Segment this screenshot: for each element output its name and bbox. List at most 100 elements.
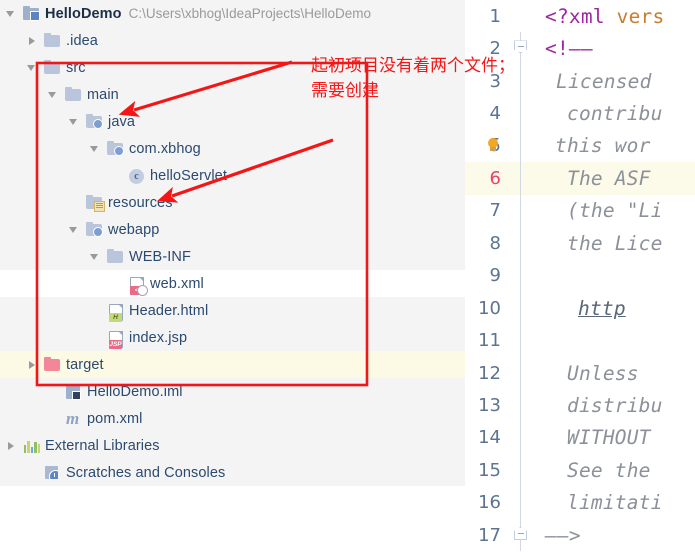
code-fold-gutter[interactable] xyxy=(511,389,531,422)
chevron-down-icon[interactable] xyxy=(25,61,38,74)
project-tree-panel[interactable]: HelloDemo C:\Users\xbhog\IdeaProjects\Hel… xyxy=(0,0,465,552)
fold-line xyxy=(520,162,522,195)
tree-item-scratches[interactable]: Scratches and Consoles xyxy=(0,459,465,486)
line-number: 4 xyxy=(489,103,501,125)
code-fold-gutter[interactable] xyxy=(511,227,531,260)
chevron-right-icon[interactable] xyxy=(25,358,38,371)
code-line[interactable]: 7 (the "Li xyxy=(465,194,695,228)
tree-item-hellodemo-iml[interactable]: HelloDemo.iml xyxy=(0,378,465,405)
code-fold-gutter[interactable] xyxy=(511,162,531,195)
tree-item-label: target xyxy=(66,356,104,373)
code-line[interactable]: 14 WITHOUT xyxy=(465,421,695,455)
ide-screenshot: HelloDemo C:\Users\xbhog\IdeaProjects\Hel… xyxy=(0,0,695,552)
collapse-end-icon[interactable] xyxy=(514,527,527,540)
libraries-icon xyxy=(23,437,40,454)
fold-line xyxy=(520,97,522,130)
code-fold-gutter[interactable] xyxy=(511,129,531,163)
code-fold-gutter[interactable] xyxy=(511,454,531,487)
chevron-down-icon[interactable] xyxy=(88,142,101,155)
chevron-down-icon[interactable] xyxy=(4,7,17,20)
tree-item-label: Header.html xyxy=(129,302,209,319)
source-folder-icon xyxy=(86,113,103,130)
chevron-down-icon[interactable] xyxy=(67,223,80,236)
tree-item-webapp[interactable]: webapp xyxy=(0,216,465,243)
twisty-placeholder xyxy=(46,412,59,425)
jsp-file-icon: JSP xyxy=(107,329,124,349)
tree-item-label: com.xbhog xyxy=(129,140,201,157)
code-line[interactable]: 15 See the xyxy=(465,454,695,487)
twisty-placeholder xyxy=(109,169,122,182)
code-line[interactable]: 17 ——> xyxy=(465,519,695,552)
tree-item-main[interactable]: main xyxy=(0,81,465,108)
tree-item-external-libraries[interactable]: External Libraries xyxy=(0,432,465,459)
code-line[interactable]: 12 Unless xyxy=(465,356,695,390)
tree-item-label: web.xml xyxy=(150,275,204,292)
code-fold-gutter[interactable] xyxy=(511,324,531,357)
code-fold-gutter[interactable] xyxy=(511,519,531,552)
code-text: See the xyxy=(567,459,651,482)
twisty-placeholder xyxy=(109,277,122,290)
fold-line xyxy=(520,356,522,390)
code-line[interactable]: 13 distribu xyxy=(465,389,695,422)
code-text: The ASF xyxy=(567,167,651,190)
line-number: 14 xyxy=(478,427,501,449)
html-file-icon: H xyxy=(107,302,124,322)
code-line[interactable]: 10 http xyxy=(465,291,695,325)
tree-item-label: .idea xyxy=(66,32,98,49)
code-editor-panel[interactable]: 1<?xml vers2<!——3Licensed4contribu5this … xyxy=(465,0,695,552)
tree-item-web-xml[interactable]: <web.xml xyxy=(0,270,465,297)
code-line[interactable]: 8 the Lice xyxy=(465,227,695,260)
tree-item-target[interactable]: target xyxy=(0,351,465,378)
code-line[interactable]: 1 <?xml vers xyxy=(465,0,695,32)
twisty-placeholder xyxy=(88,331,101,344)
tree-item-resources[interactable]: resources xyxy=(0,189,465,216)
tree-item-hellodemo[interactable]: HelloDemo C:\Users\xbhog\IdeaProjects\Hel… xyxy=(0,0,465,27)
code-fold-gutter[interactable] xyxy=(511,259,531,292)
twisty-placeholder xyxy=(88,304,101,317)
chevron-right-icon[interactable] xyxy=(4,439,17,452)
tree-item-index-jsp[interactable]: JSP index.jsp xyxy=(0,324,465,351)
code-fold-gutter[interactable] xyxy=(511,356,531,390)
code-fold-gutter[interactable] xyxy=(511,291,531,325)
code-fold-gutter[interactable] xyxy=(511,486,531,519)
chevron-down-icon[interactable] xyxy=(46,88,59,101)
tree-item-label: resources xyxy=(108,194,173,211)
code-line[interactable]: 6 The ASF xyxy=(465,162,695,195)
fold-line xyxy=(520,129,522,163)
code-line[interactable]: 4 contribu xyxy=(465,97,695,130)
tree-item-label: WEB-INF xyxy=(129,248,191,265)
tree-item-label: pom.xml xyxy=(87,410,143,427)
tree-item-java[interactable]: java xyxy=(0,108,465,135)
iml-file-icon xyxy=(65,383,82,400)
code-line[interactable]: 11 xyxy=(465,324,695,357)
tree-item-label: src xyxy=(66,59,86,76)
code-token: distribu xyxy=(567,393,663,417)
package-folder-icon xyxy=(107,140,124,157)
code-text: <?xml vers xyxy=(545,5,664,28)
code-line[interactable]: 9 xyxy=(465,259,695,292)
module-icon xyxy=(23,5,40,22)
code-fold-gutter[interactable] xyxy=(511,194,531,228)
resources-folder-icon xyxy=(86,194,105,212)
intention-bulb-icon[interactable] xyxy=(487,137,499,150)
maven-file-icon: m xyxy=(66,409,80,428)
tree-item-helloservlet[interactable]: c helloServlet xyxy=(0,162,465,189)
code-fold-gutter[interactable] xyxy=(511,421,531,455)
line-number: 17 xyxy=(478,524,501,546)
chevron-down-icon[interactable] xyxy=(67,115,80,128)
code-line[interactable]: 5this wor xyxy=(465,129,695,163)
tree-item-web-inf[interactable]: WEB-INF xyxy=(0,243,465,270)
tree-item-header-html[interactable]: H Header.html xyxy=(0,297,465,324)
chevron-right-icon[interactable] xyxy=(25,34,38,47)
code-line[interactable]: 16 limitati xyxy=(465,486,695,519)
code-fold-gutter[interactable] xyxy=(511,97,531,130)
code-fold-gutter[interactable] xyxy=(511,0,531,32)
tree-item-idea[interactable]: .idea xyxy=(0,27,465,54)
collapse-icon[interactable] xyxy=(514,40,527,54)
line-number: 13 xyxy=(478,394,501,416)
annotation-note-line-2: 需要创建 xyxy=(311,81,379,101)
chevron-down-icon[interactable] xyxy=(88,250,101,263)
line-number: 12 xyxy=(478,362,501,384)
tree-item-com-xbhog[interactable]: com.xbhog xyxy=(0,135,465,162)
tree-item-pom-xml[interactable]: m pom.xml xyxy=(0,405,465,432)
